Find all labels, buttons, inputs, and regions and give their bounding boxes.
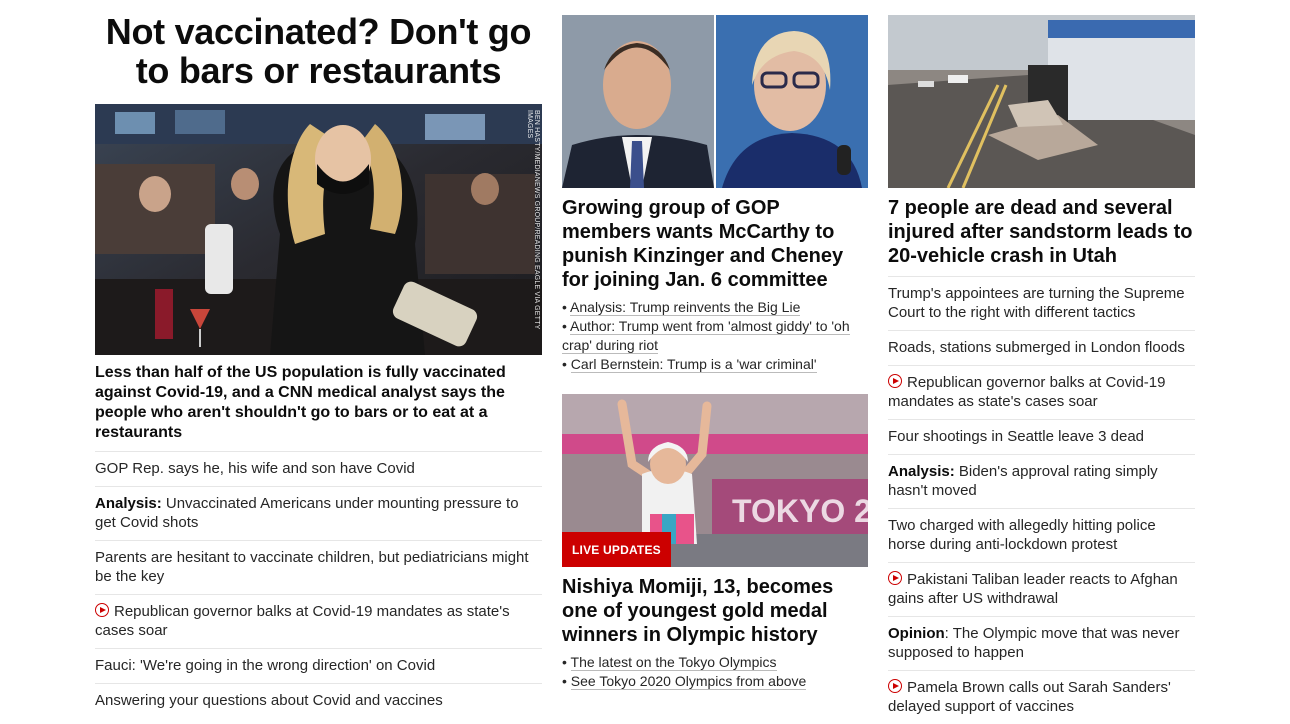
bullet-link[interactable]: • Analysis: Trump reinvents the Big Lie: [562, 298, 868, 317]
top-story-lead[interactable]: Less than half of the US population is f…: [95, 363, 542, 443]
tokyo-banner-text: TOKYO 2020: [732, 493, 868, 529]
gop-story-headline[interactable]: Growing group of GOP members wants McCar…: [562, 196, 868, 292]
list-item[interactable]: Fauci: 'We're going in the wrong directi…: [95, 649, 542, 684]
bullet-link[interactable]: • See Tokyo 2020 Olympics from above: [562, 672, 868, 691]
list-item[interactable]: Opinion: The Olympic move that was never…: [888, 617, 1195, 671]
utah-story-headline[interactable]: 7 people are dead and several injured af…: [888, 196, 1195, 268]
video-play-icon: [888, 571, 902, 585]
video-play-icon: [888, 679, 902, 693]
list-item[interactable]: GOP Rep. says he, his wife and son have …: [95, 452, 542, 487]
politicians-photo: [562, 15, 868, 188]
top-story-column: Not vaccinated? Don't go to bars or rest…: [95, 0, 542, 718]
top-story-image[interactable]: BEN HASTY/MEDIANEWS GROUP/READING EAGLE …: [95, 104, 542, 355]
top-story-headline[interactable]: Not vaccinated? Don't go to bars or rest…: [95, 12, 542, 90]
kinzinger-cheney-image[interactable]: [562, 15, 868, 188]
list-item[interactable]: Analysis: Biden's approval rating simply…: [888, 455, 1195, 509]
bullet-link[interactable]: • The latest on the Tokyo Olympics: [562, 653, 868, 672]
middle-column: Growing group of GOP members wants McCar…: [562, 0, 868, 691]
video-play-icon: [888, 374, 902, 388]
list-item[interactable]: Pamela Brown calls out Sarah Sanders' de…: [888, 671, 1195, 724]
list-item[interactable]: Parents are hesitant to vaccinate childr…: [95, 541, 542, 595]
right-column: 7 people are dead and several injured af…: [888, 0, 1195, 724]
bullet-link[interactable]: • Author: Trump went from 'almost giddy'…: [562, 317, 868, 355]
list-item[interactable]: Republican governor balks at Covid-19 ma…: [95, 595, 542, 649]
bullet-link[interactable]: • Carl Bernstein: Trump is a 'war crimin…: [562, 355, 868, 374]
list-item[interactable]: Republican governor balks at Covid-19 ma…: [888, 366, 1195, 420]
list-item[interactable]: Answering your questions about Covid and…: [95, 684, 542, 718]
analysis-label: Analysis:: [95, 495, 162, 512]
list-item[interactable]: Four shootings in Seattle leave 3 dead: [888, 420, 1195, 455]
bartender-photo: [95, 104, 542, 355]
live-updates-badge: LIVE UPDATES: [562, 532, 671, 567]
list-item[interactable]: Roads, stations submerged in London floo…: [888, 331, 1195, 366]
video-play-icon: [95, 603, 109, 617]
list-item[interactable]: Trump's appointees are turning the Supre…: [888, 277, 1195, 331]
list-item[interactable]: Two charged with allegedly hitting polic…: [888, 509, 1195, 563]
more-stories-list: Trump's appointees are turning the Supre…: [888, 276, 1195, 724]
list-item[interactable]: Analysis: Unvaccinated Americans under m…: [95, 487, 542, 541]
list-item[interactable]: Pakistani Taliban leader reacts to Afgha…: [888, 563, 1195, 617]
analysis-label: Analysis:: [888, 463, 955, 480]
utah-crash-image[interactable]: [888, 15, 1195, 188]
olympics-story-headline[interactable]: Nishiya Momiji, 13, becomes one of young…: [562, 575, 868, 647]
photo-credit: BEN HASTY/MEDIANEWS GROUP/READING EAGLE …: [526, 110, 540, 330]
gop-related-links: • Analysis: Trump reinvents the Big Lie …: [562, 298, 868, 374]
olympics-image[interactable]: TOKYO 2020 LIVE UPDATES: [562, 394, 868, 567]
opinion-label: Opinion: [888, 625, 945, 642]
olympics-related-links: • The latest on the Tokyo Olympics • See…: [562, 653, 868, 691]
crash-photo: [888, 15, 1195, 188]
related-links-list: GOP Rep. says he, his wife and son have …: [95, 451, 542, 718]
cnn-homepage: Not vaccinated? Don't go to bars or rest…: [0, 0, 1290, 723]
